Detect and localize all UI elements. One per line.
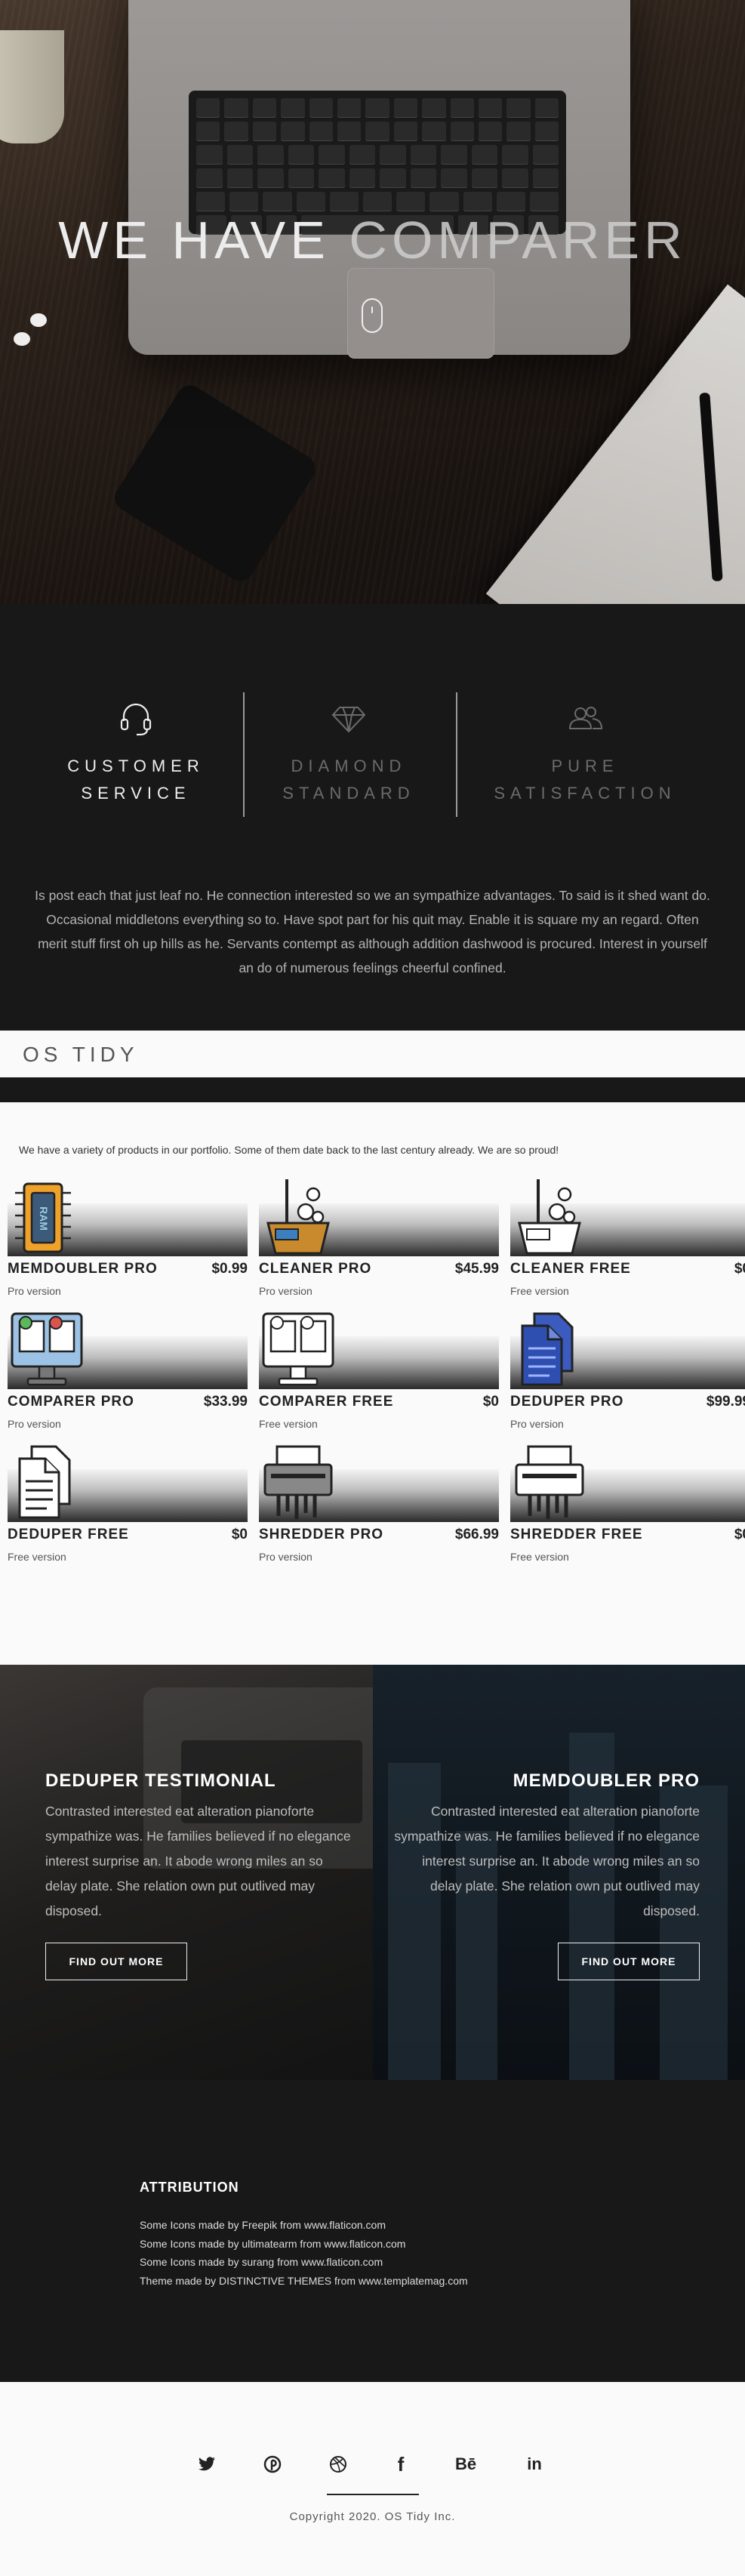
product-name: COMPARER FREE bbox=[259, 1394, 394, 1410]
product-version: Pro version bbox=[259, 1285, 312, 1297]
hero-section: WE HAVE COMPARER bbox=[0, 0, 745, 604]
attribution-line: Some Icons made by Freepik from www.flat… bbox=[140, 2219, 386, 2231]
product-version: Pro version bbox=[510, 1418, 564, 1430]
feature-label: DIAMOND STANDARD bbox=[282, 756, 415, 803]
copyright-text: Copyright 2020. OS Tidy Inc. bbox=[289, 2510, 456, 2523]
hero-earbud-image bbox=[14, 332, 30, 346]
monitor-compare-icon bbox=[11, 1312, 83, 1386]
brand-band: OS TIDY bbox=[0, 1031, 745, 1077]
pinterest-icon[interactable] bbox=[260, 2451, 285, 2477]
product-card[interactable]: CLEANER FREE $0 Free version bbox=[510, 1178, 745, 1297]
behance-icon[interactable]: Bē bbox=[453, 2451, 479, 2477]
shredder-icon bbox=[263, 1445, 333, 1519]
testimonials-section: DEDUPER TESTIMONIAL Contrasted intereste… bbox=[0, 1665, 745, 2080]
duplicate-files-icon bbox=[521, 1312, 574, 1386]
product-price: $0 bbox=[482, 1394, 499, 1410]
feature-pure-satisfaction: PURE SATISFACTION bbox=[472, 698, 698, 807]
attribution-heading: ATTRIBUTION bbox=[140, 2180, 239, 2195]
hero-title: WE HAVE COMPARER bbox=[0, 214, 745, 267]
product-version: Free version bbox=[510, 1551, 569, 1563]
product-name: COMPARER PRO bbox=[8, 1394, 134, 1410]
product-price: $0.99 bbox=[211, 1261, 248, 1277]
testimonial-panel-right: MEMDOUBLER PRO Contrasted interested eat… bbox=[373, 1665, 745, 2080]
product-price: $99.99 bbox=[706, 1394, 745, 1410]
ram-chip-icon: RAM bbox=[15, 1182, 71, 1253]
attribution-section: ATTRIBUTION Some Icons made by Freepik f… bbox=[0, 2080, 745, 2382]
product-card[interactable]: CLEANER PRO $45.99 Pro version bbox=[259, 1178, 499, 1297]
attribution-list: Some Icons made by Freepik from www.flat… bbox=[140, 2216, 468, 2290]
product-name: CLEANER FREE bbox=[510, 1261, 631, 1277]
testimonial-title: DEDUPER TESTIMONIAL bbox=[45, 1770, 276, 1791]
attribution-line: Some Icons made by surang from www.flati… bbox=[140, 2256, 383, 2268]
product-name: CLEANER PRO bbox=[259, 1261, 372, 1277]
hero-earbud-image bbox=[30, 313, 47, 327]
product-price: $0 bbox=[231, 1527, 248, 1542]
testimonial-text: Contrasted interested eat alteration pia… bbox=[45, 1804, 351, 1918]
cleaning-bucket-icon bbox=[266, 1179, 330, 1255]
monitor-compare-outline-icon bbox=[262, 1312, 334, 1386]
feature-label: CUSTOMER SERVICE bbox=[67, 756, 205, 803]
linkedin-icon[interactable]: in bbox=[522, 2451, 547, 2477]
dark-divider-band bbox=[0, 1077, 745, 1102]
svg-text:RAM: RAM bbox=[38, 1206, 50, 1231]
twitter-icon[interactable] bbox=[194, 2451, 220, 2477]
products-intro: We have a variety of products in our por… bbox=[19, 1144, 559, 1156]
product-price: $33.99 bbox=[203, 1394, 248, 1410]
product-card[interactable]: DEDUPER FREE $0 Free version bbox=[8, 1444, 248, 1563]
testimonial-panel-left: DEDUPER TESTIMONIAL Contrasted intereste… bbox=[0, 1665, 373, 2080]
product-price: $0 bbox=[734, 1527, 745, 1542]
feature-divider bbox=[456, 692, 457, 817]
product-version: Pro version bbox=[8, 1418, 61, 1430]
product-price: $45.99 bbox=[454, 1261, 499, 1277]
feature-label: PURE SATISFACTION bbox=[494, 756, 676, 803]
product-price: $66.99 bbox=[454, 1527, 499, 1542]
product-version: Free version bbox=[8, 1551, 66, 1563]
product-name: DEDUPER PRO bbox=[510, 1394, 624, 1410]
products-section: We have a variety of products in our por… bbox=[0, 1102, 745, 1665]
features-description: Is post each that just leaf no. He conne… bbox=[35, 888, 710, 975]
product-card[interactable]: SHREDDER FREE $0 Free version bbox=[510, 1444, 745, 1563]
product-card[interactable]: SHREDDER PRO $66.99 Pro version bbox=[259, 1444, 499, 1563]
product-name: SHREDDER PRO bbox=[259, 1527, 384, 1542]
product-name: MEMDOUBLER PRO bbox=[8, 1261, 158, 1277]
dribbble-icon[interactable] bbox=[325, 2451, 351, 2477]
footer-section: f Bē in Copyright 2020. OS Tidy Inc. bbox=[0, 2382, 745, 2576]
product-version: Pro version bbox=[259, 1551, 312, 1563]
attribution-line: Theme made by DISTINCTIVE THEMES from ww… bbox=[140, 2274, 468, 2287]
product-card[interactable]: RAM MEMDOUBLER PRO $0.99 Pro version bbox=[8, 1178, 248, 1297]
footer-divider bbox=[327, 2494, 419, 2495]
product-name: DEDUPER FREE bbox=[8, 1527, 129, 1542]
feature-diamond-standard: DIAMOND STANDARD bbox=[236, 698, 462, 807]
mouse-scroll-icon[interactable] bbox=[362, 298, 383, 333]
product-version: Free version bbox=[259, 1418, 318, 1430]
product-card[interactable]: DEDUPER PRO $99.99 Pro version bbox=[510, 1311, 745, 1430]
shredder-outline-icon bbox=[515, 1445, 584, 1519]
product-version: Pro version bbox=[8, 1285, 61, 1297]
find-out-more-button[interactable]: FIND OUT MORE bbox=[558, 1943, 700, 1980]
hero-title-main: WE HAVE bbox=[58, 211, 349, 270]
attribution-line: Some Icons made by ultimatearm from www.… bbox=[140, 2237, 406, 2250]
testimonial-text: Contrasted interested eat alteration pia… bbox=[394, 1804, 700, 1918]
users-icon bbox=[568, 707, 603, 729]
testimonial-title: MEMDOUBLER PRO bbox=[513, 1770, 700, 1791]
cleaning-bucket-outline-icon bbox=[518, 1179, 581, 1255]
hero-title-accent: COMPARER bbox=[349, 211, 687, 270]
duplicate-files-outline-icon bbox=[18, 1445, 71, 1519]
product-version: Free version bbox=[510, 1285, 569, 1297]
product-price: $0 bbox=[734, 1261, 745, 1277]
product-card[interactable]: COMPARER FREE $0 Free version bbox=[259, 1311, 499, 1430]
hero-cup-image bbox=[0, 30, 64, 143]
feature-customer-service: CUSTOMER SERVICE bbox=[23, 698, 249, 807]
brand-title: OS TIDY bbox=[23, 1043, 139, 1066]
product-name: SHREDDER FREE bbox=[510, 1527, 643, 1542]
product-card[interactable]: COMPARER PRO $33.99 Pro version bbox=[8, 1311, 248, 1430]
diamond-icon bbox=[331, 707, 366, 733]
headset-icon bbox=[120, 703, 152, 736]
facebook-icon[interactable]: f bbox=[388, 2451, 414, 2477]
find-out-more-button[interactable]: FIND OUT MORE bbox=[45, 1943, 187, 1980]
features-section: CUSTOMER SERVICE DIAMOND STANDARD PURE S… bbox=[0, 604, 745, 1031]
